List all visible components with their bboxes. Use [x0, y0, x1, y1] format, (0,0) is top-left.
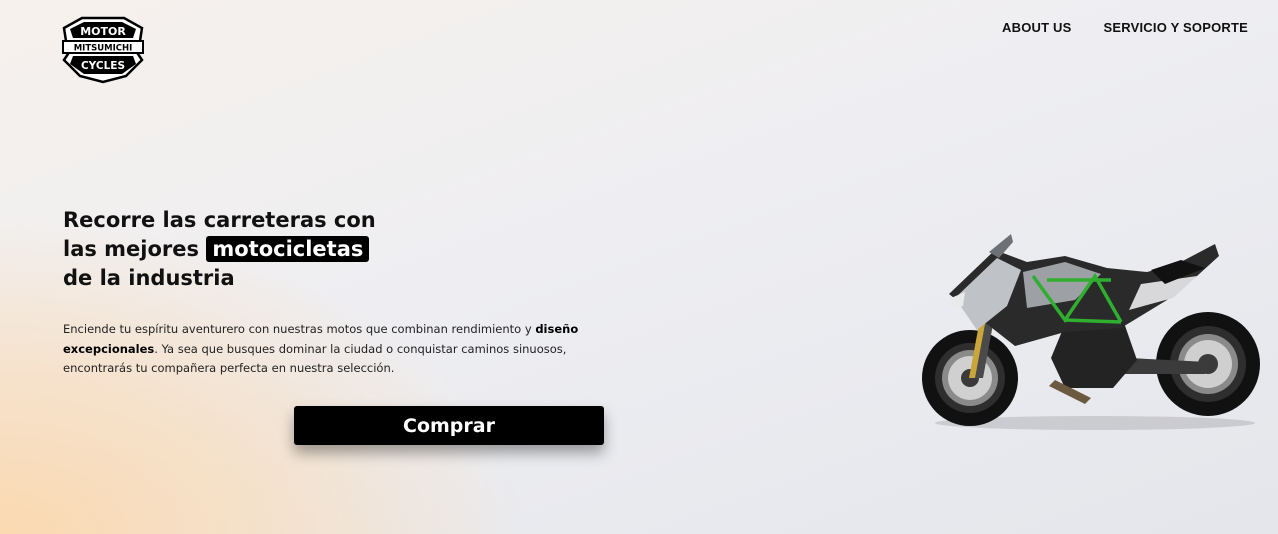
brand-logo[interactable]: MOTOR MITSUMICHI CYCLES: [60, 14, 146, 84]
hero-section: MOTOR MITSUMICHI CYCLES ABOUT US SERVICI…: [0, 0, 1278, 534]
top-nav: ABOUT US SERVICIO Y SOPORTE: [1002, 20, 1248, 36]
description-text: Enciende tu espíritu aventurero con nues…: [63, 322, 532, 336]
headline-text-end: de la industria: [63, 266, 235, 290]
svg-text:MITSUMICHI: MITSUMICHI: [74, 44, 133, 54]
hero-description: Enciende tu espíritu aventurero con nues…: [63, 320, 583, 379]
nav-servicio-soporte[interactable]: SERVICIO Y SOPORTE: [1104, 20, 1248, 36]
headline-highlight: motocicletas: [206, 236, 370, 262]
comprar-button[interactable]: Comprar: [294, 406, 604, 445]
hero-headline: Recorre las carreteras con las mejores m…: [63, 206, 383, 293]
svg-text:MOTOR: MOTOR: [80, 25, 126, 38]
motorcycle-image: [922, 234, 1260, 430]
svg-text:CYCLES: CYCLES: [81, 60, 125, 72]
nav-about-us[interactable]: ABOUT US: [1002, 20, 1072, 36]
